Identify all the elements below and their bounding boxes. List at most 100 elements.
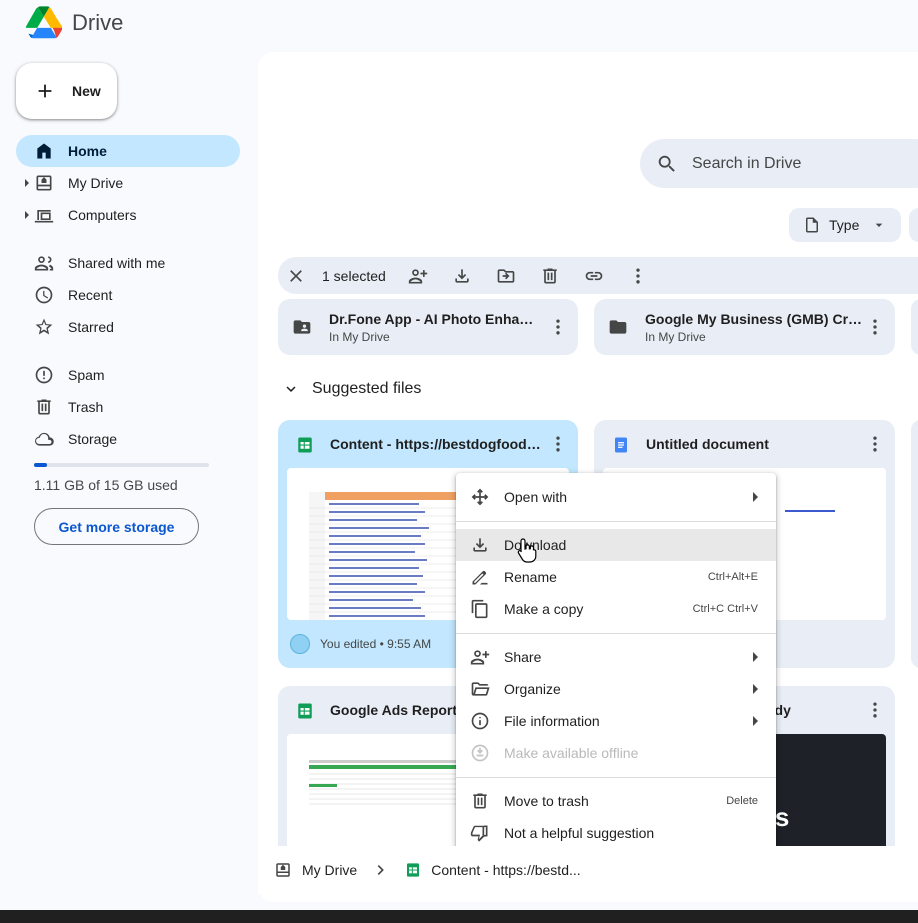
sidebar-item-label: My Drive	[68, 175, 124, 191]
my-drive-icon	[276, 863, 290, 877]
edited-text: You edited • 9:55 AM	[320, 637, 432, 651]
menu-item-label: Share	[504, 649, 542, 665]
sidebar-item-home[interactable]: Home	[16, 135, 240, 167]
menu-item-shortcut: Ctrl+C Ctrl+V	[692, 603, 758, 615]
new-button-label: New	[72, 83, 101, 99]
type-filter-chip[interactable]: Type	[789, 208, 901, 242]
menu-item-organize[interactable]: Organize	[456, 673, 776, 705]
docs-icon	[615, 437, 627, 453]
sidebar-item-spam[interactable]: Spam	[16, 359, 240, 391]
clear-selection-button[interactable]	[278, 258, 314, 294]
share-button[interactable]	[400, 258, 436, 294]
menu-item-move-to-trash[interactable]: Move to trash Delete	[456, 785, 776, 817]
move-icon	[471, 488, 489, 506]
expand-caret-icon[interactable]	[25, 211, 29, 219]
submenu-arrow-icon	[753, 492, 758, 502]
sidebar-item-label: Starred	[68, 319, 114, 335]
search-input[interactable]: Search in Drive	[640, 139, 918, 188]
breadcrumb-root[interactable]: My Drive	[302, 862, 357, 878]
more-vert-icon[interactable]	[865, 700, 885, 720]
file-name: Content - https://bestdogfoodfor...	[330, 436, 542, 452]
drive-logo[interactable]	[26, 6, 62, 40]
add-person-icon	[408, 268, 427, 283]
get-more-storage-button[interactable]: Get more storage	[34, 508, 199, 545]
menu-item-label: Download	[504, 537, 567, 553]
more-actions-button[interactable]	[620, 258, 656, 294]
cloud-icon	[35, 432, 54, 446]
menu-item-rename[interactable]: Rename Ctrl+Alt+E	[456, 561, 776, 593]
plus-icon	[38, 84, 52, 98]
close-icon	[290, 269, 302, 282]
more-vert-icon[interactable]	[548, 317, 568, 337]
home-icon	[37, 143, 51, 159]
more-vert-icon[interactable]	[548, 434, 568, 454]
menu-item-not-helpful[interactable]: Not a helpful suggestion	[456, 817, 776, 849]
sheets-icon	[298, 703, 312, 719]
more-vert-icon[interactable]	[865, 317, 885, 337]
menu-item-make-copy[interactable]: Make a copy Ctrl+C Ctrl+V	[456, 593, 776, 625]
more-vert-icon	[636, 268, 640, 283]
share-icon	[470, 650, 490, 665]
download-button[interactable]	[444, 258, 480, 294]
selection-count: 1 selected	[322, 267, 386, 284]
delete-button[interactable]	[532, 258, 568, 294]
clock-icon	[35, 286, 53, 304]
file-card-partial[interactable]	[911, 420, 918, 668]
chevron-down-icon	[286, 386, 296, 392]
taskbar	[0, 910, 918, 923]
sidebar-item-trash[interactable]: Trash	[16, 391, 240, 423]
folder-name: Dr.Fone App - AI Photo Enhancer	[329, 311, 539, 327]
type-filter-label: Type	[829, 217, 860, 233]
link-icon	[585, 271, 603, 280]
sidebar-item-shared[interactable]: Shared with me	[16, 247, 240, 279]
menu-item-share[interactable]: Share	[456, 641, 776, 673]
menu-item-open-with[interactable]: Open with	[456, 481, 776, 513]
sidebar-item-label: Storage	[68, 431, 118, 447]
app-title: Drive	[72, 10, 124, 35]
sidebar-item-storage[interactable]: Storage	[16, 423, 240, 455]
more-vert-icon[interactable]	[865, 434, 885, 454]
folder-card[interactable]: Google My Business (GMB) Creati... In My…	[594, 299, 895, 355]
move-button[interactable]	[488, 258, 524, 294]
menu-divider	[456, 521, 776, 522]
context-menu: Open with Download Rename Ctrl+Alt+E Mak…	[456, 473, 776, 857]
menu-item-file-information[interactable]: File information	[456, 705, 776, 737]
folder-location: In My Drive	[329, 330, 390, 344]
suggested-files-heading[interactable]: Suggested files	[282, 380, 421, 398]
menu-divider	[456, 633, 776, 634]
rename-icon	[472, 570, 488, 585]
folder-card[interactable]: Dr.Fone App - AI Photo Enhancer In My Dr…	[278, 299, 578, 355]
download-icon	[455, 268, 469, 283]
folder-card-partial[interactable]	[911, 299, 918, 355]
star-icon	[35, 318, 53, 335]
submenu-arrow-icon	[753, 716, 758, 726]
folder-icon	[609, 320, 627, 334]
sidebar-item-label: Computers	[68, 207, 137, 223]
sidebar-item-computers[interactable]: Computers	[16, 199, 240, 231]
copy-icon	[471, 599, 488, 619]
filter-chip-more[interactable]	[909, 208, 918, 242]
new-button[interactable]: New	[16, 63, 117, 119]
copy-link-button[interactable]	[576, 258, 612, 294]
breadcrumb-file[interactable]: Content - https://bestd...	[431, 862, 580, 878]
menu-item-make-offline: Make available offline	[456, 737, 776, 769]
offline-icon	[471, 744, 489, 762]
trash-icon	[473, 793, 487, 809]
menu-item-label: Rename	[504, 569, 557, 585]
sidebar-item-starred[interactable]: Starred	[16, 311, 240, 343]
thumbs-down-icon	[470, 825, 488, 842]
computers-icon	[34, 210, 54, 223]
menu-item-download[interactable]: Download	[456, 529, 776, 561]
menu-item-shortcut: Ctrl+Alt+E	[707, 571, 758, 583]
selection-toolbar: 1 selected	[278, 257, 918, 294]
storage-meter	[34, 463, 209, 467]
my-drive-icon	[36, 175, 52, 191]
expand-caret-icon[interactable]	[25, 179, 29, 187]
menu-item-label: Organize	[504, 681, 561, 697]
file-name: Untitled document	[646, 436, 769, 452]
organize-icon	[471, 682, 490, 696]
chevron-right-icon	[377, 865, 385, 875]
sidebar-item-recent[interactable]: Recent	[16, 279, 240, 311]
shared-icon	[34, 256, 54, 271]
sidebar-item-my-drive[interactable]: My Drive	[16, 167, 240, 199]
